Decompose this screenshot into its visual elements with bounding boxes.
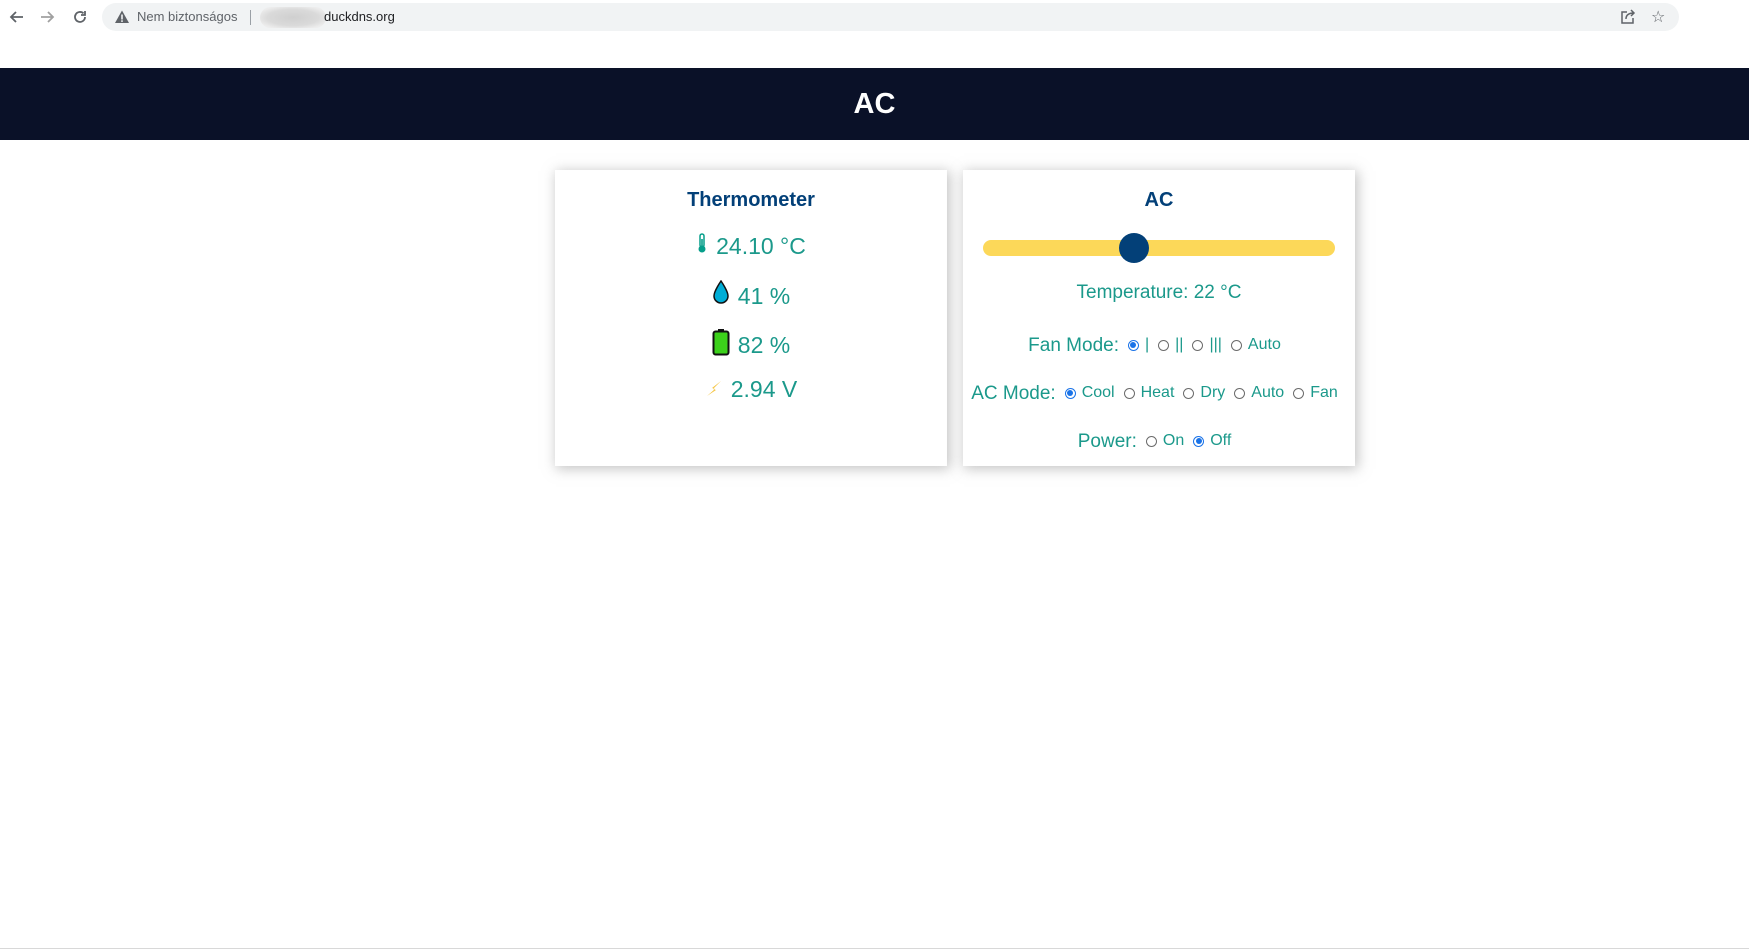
ac-card-title: AC [1144, 189, 1174, 211]
ac-mode-radio-button[interactable] [1123, 387, 1135, 399]
set-temperature-text: Temperature: 22 °C [1076, 282, 1242, 303]
temperature-value: 24.10 °C [716, 232, 806, 259]
power-option[interactable]: On [1145, 432, 1184, 450]
warning-icon[interactable] [114, 9, 130, 25]
ac-mode-option[interactable]: Cool [1064, 384, 1115, 402]
battery-reading: 82 % [555, 328, 947, 362]
ac-mode-group: AC Mode: Cool Heat Dry Auto Fan [963, 383, 1355, 405]
power-group: Power: On Off [963, 431, 1355, 453]
ac-mode-radio-button[interactable] [1183, 387, 1195, 399]
fan-mode-option-label[interactable]: Auto [1248, 336, 1281, 354]
page-title: AC [853, 87, 896, 120]
blurred-subdomain [260, 7, 326, 28]
power-radio-button[interactable] [1145, 435, 1157, 447]
fan-mode-radio-button[interactable] [1192, 339, 1204, 351]
ac-mode-option-label[interactable]: Cool [1082, 384, 1115, 402]
lightning-icon [705, 376, 723, 403]
not-secure-label[interactable]: Nem biztonságos [137, 9, 237, 24]
battery-icon [712, 328, 730, 362]
thermometer-icon [696, 232, 708, 260]
reload-icon[interactable] [67, 4, 93, 30]
separator [250, 10, 251, 25]
ac-card: AC Temperature: 22 °C Fan Mode: | || ||| Au… [963, 170, 1355, 466]
ac-mode-option-label[interactable]: Auto [1251, 384, 1284, 402]
fan-mode-label: Fan Mode: [1028, 335, 1119, 356]
power-option[interactable]: Off [1193, 432, 1231, 450]
ac-mode-radio-button[interactable] [1064, 387, 1076, 399]
ac-mode-option[interactable]: Heat [1123, 384, 1175, 402]
fan-mode-radio-button[interactable] [1127, 339, 1139, 351]
back-arrow-icon[interactable] [3, 4, 29, 30]
voltage-value: 2.94 V [730, 376, 798, 402]
ac-mode-option-label[interactable]: Fan [1310, 384, 1338, 402]
temperature-slider[interactable] [983, 233, 1335, 263]
address-bar[interactable]: Nem biztonságos duckdns.org ☆ [102, 3, 1679, 31]
share-icon[interactable] [1620, 9, 1636, 25]
fan-mode-option[interactable]: Auto [1230, 336, 1281, 354]
ac-mode-option[interactable]: Dry [1183, 384, 1225, 402]
humidity-value: 41 % [737, 282, 791, 309]
power-radio-button[interactable] [1193, 435, 1205, 447]
ac-mode-option-label[interactable]: Dry [1200, 384, 1225, 402]
ac-mode-option[interactable]: Auto [1234, 384, 1284, 402]
fan-mode-option[interactable]: || [1158, 336, 1183, 354]
power-label: Power: [1077, 431, 1137, 452]
power-option-label[interactable]: On [1163, 432, 1184, 450]
fan-mode-group: Fan Mode: | || ||| Auto [963, 335, 1355, 357]
window-bottom-border [0, 948, 1749, 949]
ac-mode-radio-button[interactable] [1234, 387, 1246, 399]
fan-mode-option[interactable]: | [1127, 336, 1149, 354]
ac-mode-option[interactable]: Fan [1293, 384, 1338, 402]
browser-toolbar: Nem biztonságos duckdns.org ☆ [0, 0, 1749, 34]
fan-mode-option-label[interactable]: | [1145, 336, 1149, 354]
ac-mode-radio-button[interactable] [1293, 387, 1305, 399]
ac-mode-label: AC Mode: [971, 383, 1056, 404]
fan-mode-option[interactable]: ||| [1192, 336, 1222, 354]
url-domain[interactable]: duckdns.org [324, 9, 395, 24]
water-drop-icon [712, 279, 730, 312]
fan-mode-radio-button[interactable] [1230, 339, 1242, 351]
bookmark-star-icon[interactable]: ☆ [1651, 7, 1665, 26]
fan-mode-option-label[interactable]: ||| [1209, 336, 1221, 354]
humidity-reading: 41 % [555, 279, 947, 312]
ac-mode-option-label[interactable]: Heat [1141, 384, 1175, 402]
temperature-reading: 24.10 °C [555, 232, 947, 260]
forward-arrow-icon[interactable] [35, 4, 61, 30]
thermometer-card: Thermometer 24.10 °C 41 % 82 % 2.94 V [555, 170, 947, 466]
voltage-reading: 2.94 V [555, 376, 947, 403]
fan-mode-radio-button[interactable] [1158, 339, 1170, 351]
power-option-label[interactable]: Off [1210, 432, 1231, 450]
temperature-slider-thumb[interactable] [1118, 233, 1149, 263]
battery-value: 82 % [737, 331, 791, 358]
thermometer-card-title: Thermometer [687, 189, 815, 211]
page-header: AC [0, 68, 1749, 140]
fan-mode-option-label[interactable]: || [1175, 336, 1183, 354]
